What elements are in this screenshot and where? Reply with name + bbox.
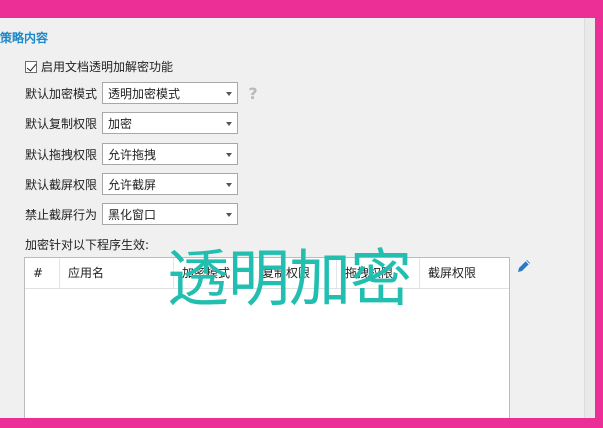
default-copy-permission-row: 默认复制权限 加密 [25, 112, 238, 134]
enable-transparent-encryption-checkbox[interactable] [25, 60, 37, 73]
checkmark-icon [26, 60, 37, 72]
default-encryption-mode-select[interactable]: 透明加密模式 [102, 82, 238, 104]
default-copy-permission-label: 默认复制权限 [25, 116, 98, 131]
block-screenshot-behavior-label: 禁止截屏行为 [25, 207, 98, 222]
default-drag-permission-select[interactable]: 允许拖拽 [102, 143, 238, 165]
screenshot-frame: 策略内容 启用文档透明加解密功能 默认加密模式 透明加密模式 ? 默认复制权限 … [0, 0, 603, 428]
column-header-app-name[interactable]: 应用名 [59, 258, 173, 288]
default-screenshot-permission-select[interactable]: 允许截屏 [102, 173, 238, 195]
chevron-down-icon [226, 213, 232, 217]
default-screenshot-permission-row: 默认截屏权限 允许截屏 [25, 173, 238, 195]
section-title: 策略内容 [0, 31, 49, 45]
overlay-caption: 透明加密 [167, 242, 412, 315]
enable-transparent-encryption-row[interactable]: 启用文档透明加解密功能 [25, 58, 173, 75]
block-screenshot-behavior-select[interactable]: 黑化窗口 [102, 203, 238, 225]
help-icon[interactable]: ? [247, 84, 259, 103]
default-encryption-mode-label: 默认加密模式 [25, 86, 98, 101]
default-encryption-mode-row: 默认加密模式 透明加密模式 ? [25, 82, 259, 104]
column-header-screenshot-permission[interactable]: 截屏权限 [419, 258, 509, 288]
block-screenshot-behavior-row: 禁止截屏行为 黑化窗口 [25, 203, 238, 225]
column-header-index[interactable]: # [25, 258, 59, 288]
default-copy-permission-select[interactable]: 加密 [102, 112, 238, 134]
default-copy-permission-value: 加密 [108, 116, 133, 131]
chevron-down-icon [226, 153, 232, 157]
block-screenshot-behavior-value: 黑化窗口 [108, 207, 157, 222]
chevron-down-icon [226, 122, 232, 126]
default-drag-permission-value: 允许拖拽 [108, 147, 157, 162]
enable-transparent-encryption-label: 启用文档透明加解密功能 [41, 60, 174, 74]
default-drag-permission-label: 默认拖拽权限 [25, 147, 98, 162]
default-screenshot-permission-value: 允许截屏 [108, 177, 157, 192]
default-screenshot-permission-label: 默认截屏权限 [25, 177, 98, 192]
default-drag-permission-row: 默认拖拽权限 允许拖拽 [25, 143, 238, 165]
program-list-caption: 加密针对以下程序生效: [25, 238, 150, 252]
pencil-icon[interactable] [516, 258, 532, 274]
chevron-down-icon [226, 92, 232, 96]
vertical-scrollbar[interactable] [584, 18, 595, 418]
chevron-down-icon [226, 183, 232, 187]
policy-content-panel: 策略内容 启用文档透明加解密功能 默认加密模式 透明加密模式 ? 默认复制权限 … [0, 18, 595, 418]
default-encryption-mode-value: 透明加密模式 [108, 86, 181, 101]
